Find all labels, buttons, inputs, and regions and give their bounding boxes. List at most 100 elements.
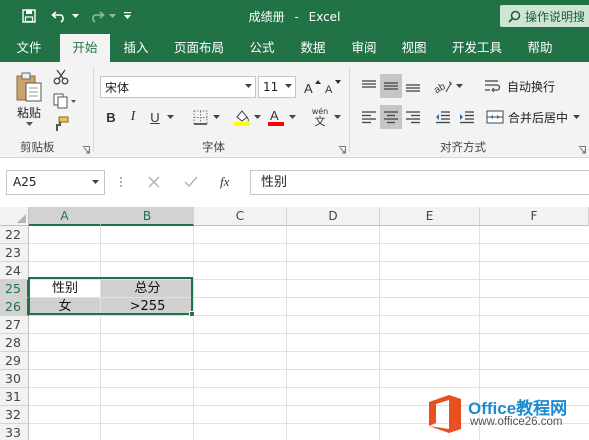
insert-function-button[interactable]: fx — [220, 174, 240, 190]
chevron-down-icon — [245, 84, 252, 88]
orientation-dropdown-icon[interactable] — [454, 74, 464, 98]
tab-help[interactable]: 帮助 — [518, 33, 562, 62]
paste-dropdown-icon[interactable] — [24, 120, 34, 128]
formula-input[interactable]: 性别 — [250, 170, 589, 195]
svg-text:A: A — [304, 81, 313, 95]
format-painter-icon[interactable] — [52, 115, 70, 133]
borders-dropdown-icon[interactable] — [211, 106, 221, 128]
copy-icon[interactable] — [52, 92, 78, 110]
column-header-e[interactable]: E — [380, 207, 480, 226]
tab-developer[interactable]: 开发工具 — [444, 33, 510, 62]
gridline — [379, 226, 380, 440]
bottom-align-icon[interactable] — [402, 74, 424, 98]
wrap-text-label: 自动换行 — [507, 79, 556, 94]
fill-color-icon[interactable] — [232, 106, 252, 128]
tell-me-search[interactable]: 操作说明搜 — [500, 5, 589, 27]
font-size-select[interactable]: 11 — [258, 76, 296, 98]
increase-font-size-icon[interactable]: A — [302, 76, 322, 98]
confirm-entry-icon[interactable] — [184, 176, 198, 188]
clipboard-dialog-launcher-icon[interactable] — [82, 146, 90, 154]
phonetic-guide-glyph: 文 — [314, 114, 326, 128]
row-header-27[interactable]: 27 — [0, 316, 29, 334]
underline-dropdown-icon[interactable] — [164, 106, 176, 128]
increase-indent-icon[interactable] — [456, 105, 478, 129]
search-icon — [508, 10, 521, 23]
name-box[interactable]: A25 — [6, 170, 105, 195]
clipboard-group-label: 剪贴板 — [20, 140, 55, 154]
row-header-31[interactable]: 31 — [0, 388, 29, 406]
formula-bar-splitter-icon[interactable] — [119, 175, 123, 189]
phonetic-dropdown-icon[interactable] — [332, 106, 342, 128]
row-header-29[interactable]: 29 — [0, 352, 29, 370]
column-header-b[interactable]: B — [101, 207, 194, 226]
font-group-label: 字体 — [202, 140, 225, 154]
align-left-icon[interactable] — [358, 105, 380, 129]
merge-center-dropdown-icon[interactable] — [573, 114, 581, 120]
row-header-32[interactable]: 32 — [0, 406, 29, 424]
column-header-d[interactable]: D — [287, 207, 380, 226]
font-name-select[interactable]: 宋体 — [100, 76, 256, 98]
row-header-28[interactable]: 28 — [0, 334, 29, 352]
column-header-a[interactable]: A — [29, 207, 101, 226]
wrap-text-button[interactable]: 自动换行 — [484, 74, 580, 98]
row-header-30[interactable]: 30 — [0, 370, 29, 388]
select-all-corner[interactable] — [0, 207, 29, 226]
borders-icon[interactable] — [190, 106, 210, 128]
top-align-icon[interactable] — [358, 74, 380, 98]
row-header-26[interactable]: 26 — [0, 298, 29, 316]
svg-text:ab: ab — [434, 81, 448, 94]
watermark-url: www.office26.com — [470, 416, 563, 428]
font-color-icon[interactable]: A — [266, 106, 286, 128]
row-header-24[interactable]: 24 — [0, 262, 29, 280]
align-center-icon[interactable] — [380, 105, 402, 129]
decrease-indent-icon[interactable] — [432, 105, 454, 129]
bold-button[interactable]: B — [102, 106, 120, 128]
tab-review[interactable]: 审阅 — [342, 33, 386, 62]
paste-icon[interactable] — [12, 70, 46, 104]
underline-button[interactable]: U — [146, 106, 164, 128]
column-header-c[interactable]: C — [194, 207, 287, 226]
font-name-value: 宋体 — [105, 80, 130, 95]
align-right-icon[interactable] — [402, 105, 424, 129]
office-logo-icon — [429, 395, 461, 433]
gridline — [29, 243, 589, 244]
fill-color-swatch — [234, 122, 250, 126]
name-box-dropdown-icon[interactable] — [92, 180, 99, 185]
cut-icon[interactable] — [52, 68, 70, 86]
alignment-dialog-launcher-icon[interactable] — [578, 146, 586, 154]
paste-button[interactable]: 粘贴 — [12, 104, 46, 120]
cancel-entry-icon[interactable] — [148, 176, 160, 188]
fill-handle[interactable] — [189, 311, 195, 317]
font-dialog-launcher-icon[interactable] — [338, 146, 346, 154]
fill-color-dropdown-icon[interactable] — [252, 106, 262, 128]
group-separator — [93, 68, 94, 152]
tab-formulas[interactable]: 公式 — [240, 33, 284, 62]
row-header-25[interactable]: 25 — [0, 280, 29, 298]
tab-home[interactable]: 开始 — [60, 34, 110, 62]
selection-range — [28, 277, 193, 315]
tell-me-label: 操作说明搜 — [525, 9, 586, 24]
column-header-f[interactable]: F — [480, 207, 589, 226]
watermark: Office教程网 www.office26.com — [424, 392, 589, 440]
alignment-group-label: 对齐方式 — [440, 140, 486, 154]
tab-view[interactable]: 视图 — [392, 33, 436, 62]
tab-page-layout[interactable]: 页面布局 — [166, 33, 232, 62]
phonetic-guide-icon[interactable]: wén 文 — [308, 104, 332, 130]
decrease-font-size-icon[interactable]: A — [323, 76, 343, 98]
tab-insert[interactable]: 插入 — [113, 33, 159, 62]
row-header-23[interactable]: 23 — [0, 244, 29, 262]
ribbon-home: 粘贴 剪贴板 宋体 11 A A B I U A wén 文 字体 ab 自动换… — [0, 62, 589, 158]
merge-center-icon — [486, 110, 504, 124]
row-header-22[interactable]: 22 — [0, 226, 29, 244]
gridline — [100, 226, 101, 440]
row-header-33[interactable]: 33 — [0, 424, 29, 440]
orientation-icon[interactable]: ab — [432, 74, 454, 98]
ribbon-tabs: 文件 开始 插入 页面布局 公式 数据 审阅 视图 开发工具 帮助 — [0, 33, 589, 62]
merge-center-button[interactable]: 合并后居中 — [486, 105, 589, 129]
middle-align-icon[interactable] — [380, 74, 402, 98]
tab-file[interactable]: 文件 — [8, 33, 50, 62]
font-color-dropdown-icon[interactable] — [287, 106, 297, 128]
gridline — [29, 369, 589, 370]
tab-data[interactable]: 数据 — [291, 33, 335, 62]
italic-button[interactable]: I — [124, 106, 142, 128]
